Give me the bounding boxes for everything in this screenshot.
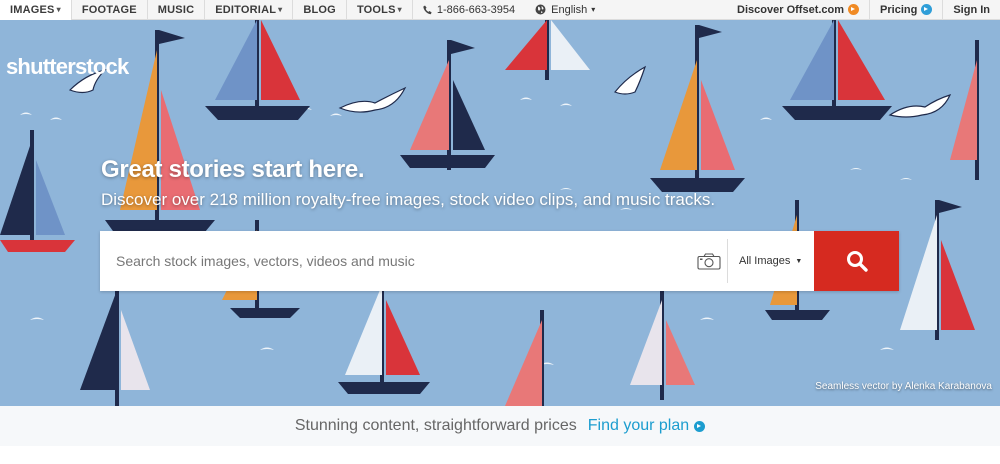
nav-item-images[interactable]: IMAGES ▾: [0, 0, 72, 20]
search-input[interactable]: [100, 231, 691, 291]
nav-item-label: FOOTAGE: [81, 3, 137, 16]
phone-number-link[interactable]: 1-866-663-3954: [413, 0, 525, 20]
nav-item-footage[interactable]: FOOTAGE: [72, 0, 148, 20]
language-selector[interactable]: English ▾: [525, 0, 605, 20]
nav-item-editorial[interactable]: EDITORIAL ▾: [205, 0, 294, 20]
arrow-circle-icon: [921, 4, 933, 15]
nav-item-label: IMAGES: [10, 3, 55, 16]
chevron-down-icon: ▾: [56, 5, 61, 14]
arrow-circle-icon: [694, 420, 706, 432]
chevron-down-icon: ▼: [795, 257, 803, 265]
globe-icon: [535, 4, 546, 15]
nav-item-label: BLOG: [303, 3, 336, 16]
nav-item-label: EDITORIAL: [215, 3, 277, 16]
pricing-link[interactable]: Pricing: [869, 0, 942, 20]
nav-item-label: TOOLS: [356, 3, 396, 16]
sailboat-pattern-background: [0, 20, 1000, 406]
chevron-down-icon: ▾: [278, 5, 283, 14]
media-type-select[interactable]: All Images ▼: [728, 231, 814, 291]
pricing-label: Pricing: [880, 3, 918, 16]
sign-in-link[interactable]: Sign In: [942, 0, 1000, 20]
language-label: English: [551, 3, 588, 16]
nav-item-blog[interactable]: BLOG: [293, 0, 347, 20]
camera-icon: [697, 252, 721, 270]
reverse-image-search-button[interactable]: [691, 231, 727, 291]
phone-number: 1-866-663-3954: [436, 3, 516, 16]
discover-offset-link[interactable]: Discover Offset.com: [727, 0, 869, 20]
find-your-plan-label: Find your plan: [587, 417, 690, 434]
nav-item-tools[interactable]: TOOLS ▾: [347, 0, 413, 20]
chevron-down-icon: ▾: [397, 5, 402, 14]
arrow-circle-icon: [848, 4, 860, 15]
hero-headline: Great stories start here.: [101, 156, 365, 183]
sign-in-label: Sign In: [953, 3, 990, 16]
discover-offset-label: Discover Offset.com: [737, 3, 845, 16]
search-button[interactable]: [814, 231, 899, 291]
phone-icon: [423, 5, 432, 14]
hero-subline: Discover over 218 million royalty-free i…: [101, 190, 716, 209]
media-type-label: All Images: [739, 255, 791, 267]
promo-text: Stunning content, straightforward prices: [294, 417, 577, 434]
nav-item-music[interactable]: MUSIC: [148, 0, 206, 20]
top-navigation: IMAGES ▾ FOOTAGE MUSIC EDITORIAL ▾ BLOG …: [0, 0, 1000, 20]
page-bottom-strip: [0, 446, 1000, 464]
find-your-plan-link[interactable]: Find your plan: [587, 417, 706, 435]
nav-right-group: Discover Offset.com Pricing Sign In: [727, 0, 1000, 20]
pricing-promo-band: Stunning content, straightforward prices…: [0, 406, 1000, 446]
search-icon: [846, 251, 868, 272]
image-credit: Seamless vector by Alenka Karabanova: [815, 381, 992, 392]
hero-banner: shutterstock Great stories start here. D…: [0, 20, 1000, 406]
search-bar: All Images ▼: [100, 231, 899, 291]
shutterstock-logo[interactable]: shutterstock: [6, 54, 129, 80]
chevron-down-icon: ▾: [591, 5, 596, 14]
nav-item-label: MUSIC: [157, 3, 195, 16]
